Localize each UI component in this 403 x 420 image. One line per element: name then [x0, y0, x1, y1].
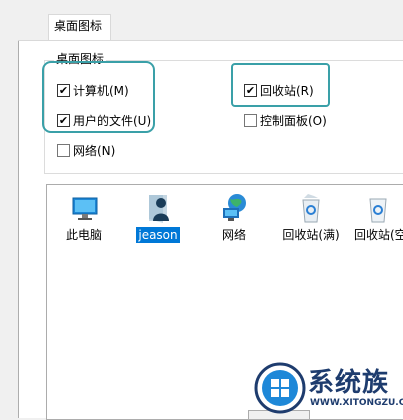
checkbox-box[interactable]: [244, 113, 257, 127]
icon-item-recycle-bin-full[interactable]: 回收站(满): [276, 191, 346, 243]
recycle-bin-empty-icon: [361, 191, 395, 225]
watermark-url: WWW.XITONGZU.COM: [310, 398, 403, 408]
tab-desktop-icons[interactable]: 桌面图标: [48, 14, 111, 40]
recycle-bin-full-icon: [294, 191, 328, 225]
icon-label: 此电脑: [65, 228, 102, 242]
computer-icon: [67, 191, 101, 225]
icon-label: 网络: [221, 228, 246, 242]
checkbox-label: 网络(N): [73, 143, 116, 158]
watermark-brand: 系统族: [308, 368, 390, 398]
checkbox-network[interactable]: 网络(N): [57, 142, 115, 158]
windows-logo-icon: [254, 362, 306, 414]
icon-label: 回收站(空: [354, 228, 403, 242]
icon-item-network[interactable]: 网络: [202, 191, 266, 243]
checkbox-control-panel[interactable]: 控制面板(O): [244, 112, 327, 128]
network-icon: [217, 191, 251, 225]
tab-strip: 桌面图标: [18, 0, 403, 41]
highlight-frame-right: [231, 63, 330, 107]
icon-item-user-folder[interactable]: jeason: [126, 191, 190, 243]
user-folder-icon: [141, 191, 175, 225]
icon-item-recycle-bin-empty[interactable]: 回收站(空: [352, 191, 403, 243]
checkbox-label: 控制面板(O): [260, 113, 327, 128]
icon-label: 回收站(满): [282, 228, 340, 242]
icon-label: jeason: [136, 227, 180, 243]
checkbox-box[interactable]: [57, 143, 70, 157]
watermark: 系统族 WWW.XITONGZU.COM: [252, 358, 403, 418]
highlight-frame-left: [42, 61, 155, 133]
icon-item-this-pc[interactable]: 此电脑: [52, 191, 116, 243]
